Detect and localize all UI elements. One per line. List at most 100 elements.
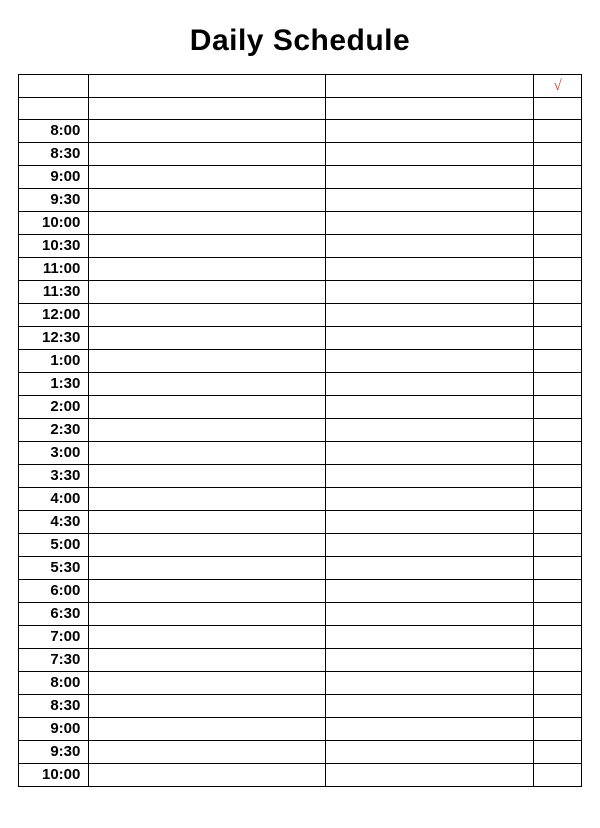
header-cell-check: √: [534, 75, 582, 98]
table-row: 5:00: [19, 534, 582, 557]
check-cell: [534, 695, 582, 718]
activity-cell-2: [325, 419, 533, 442]
activity-cell-2: [325, 304, 533, 327]
table-row: 2:30: [19, 419, 582, 442]
table-row: 9:00: [19, 718, 582, 741]
activity-cell-2: [325, 166, 533, 189]
header-cell-col2: [325, 75, 533, 98]
activity-cell-2: [325, 143, 533, 166]
check-cell: [534, 350, 582, 373]
check-cell: [534, 488, 582, 511]
time-cell: 10:30: [19, 235, 89, 258]
activity-cell-1: [89, 534, 325, 557]
table-row: 3:00: [19, 442, 582, 465]
table-row: 12:30: [19, 327, 582, 350]
table-row: 8:00: [19, 672, 582, 695]
activity-cell-1: [89, 626, 325, 649]
activity-cell-1: [89, 442, 325, 465]
check-cell: [534, 649, 582, 672]
schedule-table: √ 8:008:309:009:3010:0010:3011:0011:3012…: [18, 74, 582, 787]
activity-cell-2: [325, 350, 533, 373]
check-cell: [534, 304, 582, 327]
time-cell: 8:30: [19, 143, 89, 166]
table-row: 6:00: [19, 580, 582, 603]
time-cell: 12:00: [19, 304, 89, 327]
time-cell: 1:30: [19, 373, 89, 396]
activity-cell-1: [89, 327, 325, 350]
activity-cell-1: [89, 718, 325, 741]
activity-cell-2: [325, 120, 533, 143]
blank-cell-col1: [89, 98, 325, 120]
activity-cell-1: [89, 741, 325, 764]
time-cell: 12:30: [19, 327, 89, 350]
time-cell: 9:30: [19, 189, 89, 212]
activity-cell-1: [89, 511, 325, 534]
time-cell: 2:30: [19, 419, 89, 442]
time-cell: 10:00: [19, 212, 89, 235]
activity-cell-2: [325, 580, 533, 603]
header-cell-time: [19, 75, 89, 98]
table-row: 11:30: [19, 281, 582, 304]
check-cell: [534, 442, 582, 465]
time-cell: 5:30: [19, 557, 89, 580]
activity-cell-2: [325, 465, 533, 488]
table-row: 7:00: [19, 626, 582, 649]
blank-cell-time: [19, 98, 89, 120]
activity-cell-1: [89, 304, 325, 327]
table-row: 12:00: [19, 304, 582, 327]
page-title: Daily Schedule: [18, 12, 582, 74]
table-row: 4:00: [19, 488, 582, 511]
table-row: 6:30: [19, 603, 582, 626]
activity-cell-2: [325, 488, 533, 511]
table-row: 10:00: [19, 212, 582, 235]
check-cell: [534, 557, 582, 580]
table-row: 9:30: [19, 189, 582, 212]
table-row: 1:30: [19, 373, 582, 396]
activity-cell-2: [325, 603, 533, 626]
header-cell-col1: [89, 75, 325, 98]
check-cell: [534, 419, 582, 442]
activity-cell-1: [89, 396, 325, 419]
activity-cell-1: [89, 235, 325, 258]
check-cell: [534, 626, 582, 649]
activity-cell-1: [89, 120, 325, 143]
time-cell: 1:00: [19, 350, 89, 373]
schedule-body: √ 8:008:309:009:3010:0010:3011:0011:3012…: [19, 75, 582, 787]
time-cell: 2:00: [19, 396, 89, 419]
activity-cell-2: [325, 396, 533, 419]
activity-cell-2: [325, 695, 533, 718]
check-cell: [534, 212, 582, 235]
activity-cell-2: [325, 327, 533, 350]
time-cell: 8:30: [19, 695, 89, 718]
time-cell: 4:00: [19, 488, 89, 511]
table-row: 8:30: [19, 143, 582, 166]
table-row: 3:30: [19, 465, 582, 488]
activity-cell-2: [325, 672, 533, 695]
table-row: 2:00: [19, 396, 582, 419]
check-cell: [534, 718, 582, 741]
check-cell: [534, 511, 582, 534]
check-cell: [534, 465, 582, 488]
time-cell: 11:00: [19, 258, 89, 281]
time-cell: 10:00: [19, 764, 89, 787]
table-row: 7:30: [19, 649, 582, 672]
header-row: √: [19, 75, 582, 98]
page-container: Daily Schedule √ 8:008:309:009:3010:0010…: [18, 12, 582, 816]
time-cell: 7:00: [19, 626, 89, 649]
activity-cell-2: [325, 557, 533, 580]
table-row: 1:00: [19, 350, 582, 373]
check-cell: [534, 189, 582, 212]
activity-cell-2: [325, 764, 533, 787]
table-row: 11:00: [19, 258, 582, 281]
activity-cell-1: [89, 373, 325, 396]
activity-cell-1: [89, 488, 325, 511]
check-cell: [534, 672, 582, 695]
time-cell: 8:00: [19, 672, 89, 695]
blank-row: [19, 98, 582, 120]
activity-cell-2: [325, 189, 533, 212]
table-row: 4:30: [19, 511, 582, 534]
table-row: 10:00: [19, 764, 582, 787]
time-cell: 7:30: [19, 649, 89, 672]
activity-cell-1: [89, 281, 325, 304]
check-cell: [534, 373, 582, 396]
